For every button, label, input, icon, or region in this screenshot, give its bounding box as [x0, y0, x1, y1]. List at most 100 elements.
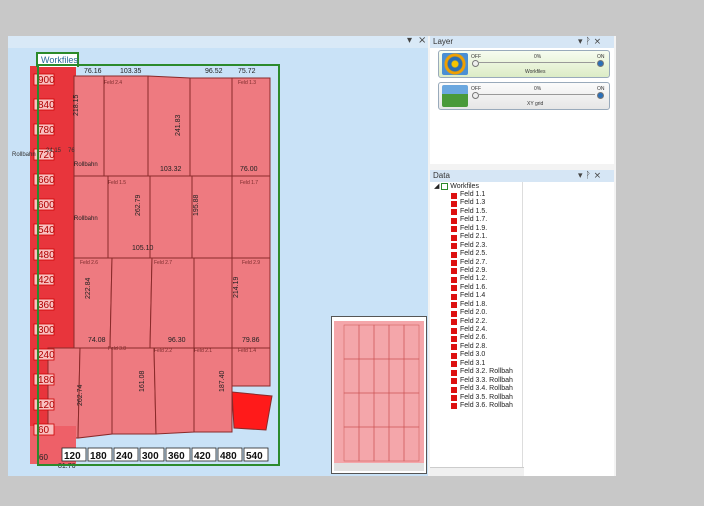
list-item-label: Feld 1.8. — [460, 300, 488, 308]
overview-bottom-strip — [334, 463, 424, 471]
layer-pct-label: 0% — [534, 86, 542, 92]
layer-pct-label: 0% — [534, 54, 542, 60]
list-item[interactable]: Feld 2.8. — [430, 343, 522, 351]
list-item[interactable]: Feld 2.4. — [430, 326, 522, 334]
color-swatch-icon — [451, 243, 457, 250]
color-swatch-icon — [451, 344, 457, 351]
layer-name: Workfiles — [525, 69, 546, 75]
list-item[interactable]: Feld 2.9. — [430, 267, 522, 275]
tree-root[interactable]: ◢ Workfiles — [430, 182, 522, 191]
list-item[interactable]: Feld 2.1. — [430, 233, 522, 241]
color-swatch-icon — [451, 234, 457, 241]
color-swatch-icon — [451, 335, 457, 342]
data-details-column — [522, 182, 614, 476]
list-item[interactable]: Feld 1.2. — [430, 275, 522, 283]
data-panel-title-text: Data — [433, 171, 450, 180]
list-item-label: Feld 2.3. — [460, 241, 488, 249]
data-panel-controls-icon[interactable]: ▾ ᚹ × — [578, 170, 601, 182]
layer-panel: Layer ▾ ᚹ × OFF 0% ON Workfiles OFF 0% O… — [430, 36, 614, 164]
color-swatch-icon — [451, 276, 457, 283]
workfiles-layer-icon — [442, 53, 468, 75]
color-swatch-icon — [451, 403, 457, 410]
color-swatch-icon — [451, 369, 457, 376]
list-item-label: Feld 2.9. — [460, 266, 488, 274]
grid-layer-icon — [442, 85, 468, 107]
list-item-label: Feld 3.5. Rollbah — [460, 393, 513, 401]
list-item[interactable]: Feld 3.5. Rollbah — [430, 394, 522, 402]
list-item[interactable]: Feld 1.4 — [430, 292, 522, 300]
list-item-label: Feld 3.0 — [460, 351, 486, 359]
list-item-label: Feld 2.8. — [460, 342, 488, 350]
list-item-label: Feld 3.4. Rollbah — [460, 385, 513, 393]
list-item-label: Feld 2.5. — [460, 250, 488, 258]
list-item-label: Feld 1.1 — [460, 191, 486, 198]
data-panel-title: Data ▾ ᚹ × — [430, 170, 614, 182]
expand-icon[interactable]: ◢ — [434, 183, 439, 190]
color-swatch-icon — [451, 192, 457, 199]
list-item[interactable]: Feld 2.3. — [430, 242, 522, 250]
color-swatch-icon — [451, 217, 457, 224]
list-item[interactable]: Feld 3.1 — [430, 360, 522, 368]
overview-map[interactable] — [331, 316, 427, 474]
map-window[interactable]: ▾ × 900 840 780 720 660 600 540 480 420 360 300 240… — [8, 36, 428, 476]
list-item-label: Feld 2.6. — [460, 334, 488, 342]
list-item-label: Feld 2.7. — [460, 258, 488, 266]
list-item[interactable]: Feld 1.3 — [430, 199, 522, 207]
list-item[interactable]: Feld 1.6. — [430, 284, 522, 292]
list-item[interactable]: Feld 3.3. Rollbah — [430, 377, 522, 385]
list-item-label: Feld 1.7. — [460, 216, 488, 224]
horizontal-scrollbar[interactable] — [430, 467, 524, 476]
list-item-label: Feld 1.4 — [460, 292, 486, 300]
list-item-label: Feld 2.0. — [460, 309, 488, 317]
list-item-label: Feld 1.9. — [460, 224, 488, 232]
color-swatch-icon — [451, 395, 457, 401]
color-swatch-icon — [451, 200, 457, 207]
list-item[interactable]: Feld 2.6. — [430, 334, 522, 342]
list-item[interactable]: Feld 2.7. — [430, 259, 522, 267]
list-item[interactable]: Feld 3.6. Rollbah — [430, 402, 522, 410]
layer-on-radio[interactable] — [597, 92, 604, 99]
list-item[interactable]: Feld 1.5. — [430, 208, 522, 216]
list-item[interactable]: Feld 3.4. Rollbah — [430, 385, 522, 393]
layer-on-radio[interactable] — [597, 60, 604, 67]
workfiles-frame — [37, 64, 280, 466]
list-item-label: Feld 2.1. — [460, 233, 488, 241]
color-swatch-icon — [451, 386, 457, 393]
color-swatch-icon — [451, 209, 457, 216]
layer-panel-title-text: Layer — [433, 37, 454, 46]
layer-off-radio[interactable] — [472, 60, 479, 67]
list-item-label: Feld 1.3 — [460, 199, 486, 207]
list-item[interactable]: Feld 2.0. — [430, 309, 522, 317]
data-tree[interactable]: ◢ Workfiles Feld 1.1 Feld 1.3 Feld 1.5. Fel… — [430, 182, 522, 476]
list-item-label: Feld 3.3. Rollbah — [460, 376, 513, 384]
layer-xy-grid[interactable]: OFF 0% ON XY grid — [438, 82, 610, 110]
color-swatch-icon — [451, 310, 457, 317]
color-swatch-icon — [451, 268, 457, 275]
layer-panel-title: Layer ▾ ᚹ × — [430, 36, 614, 48]
list-item[interactable]: Feld 1.7. — [430, 216, 522, 224]
list-item[interactable]: Feld 3.2. Rollbah — [430, 368, 522, 376]
list-item[interactable]: Feld 2.2. — [430, 318, 522, 326]
layer-off-radio[interactable] — [472, 92, 479, 99]
folder-icon — [441, 182, 449, 190]
color-swatch-icon — [451, 327, 457, 334]
color-swatch-icon — [451, 260, 457, 266]
list-item[interactable]: Feld 1.1 — [430, 191, 522, 199]
layer-opacity-slider[interactable] — [479, 94, 595, 95]
color-swatch-icon — [451, 226, 457, 233]
layer-panel-controls-icon[interactable]: ▾ ᚹ × — [578, 36, 601, 48]
color-swatch-icon — [451, 285, 457, 292]
list-item-label: Feld 3.2. Rollbah — [460, 368, 513, 376]
side-label: Rollbahn — [12, 152, 36, 158]
color-swatch-icon — [451, 319, 457, 326]
color-swatch-icon — [451, 378, 457, 385]
list-item[interactable]: Feld 3.0 — [430, 351, 522, 359]
layer-opacity-slider[interactable] — [479, 62, 595, 63]
list-item[interactable]: Feld 1.9. — [430, 225, 522, 233]
overview-canvas — [334, 321, 424, 471]
list-item[interactable]: Feld 1.8. — [430, 301, 522, 309]
layer-workfiles[interactable]: OFF 0% ON Workfiles — [438, 50, 610, 78]
list-item-label: Feld 2.2. — [460, 317, 488, 325]
list-item[interactable]: Feld 2.5. — [430, 250, 522, 258]
list-item-label: Feld 1.6. — [460, 283, 488, 291]
